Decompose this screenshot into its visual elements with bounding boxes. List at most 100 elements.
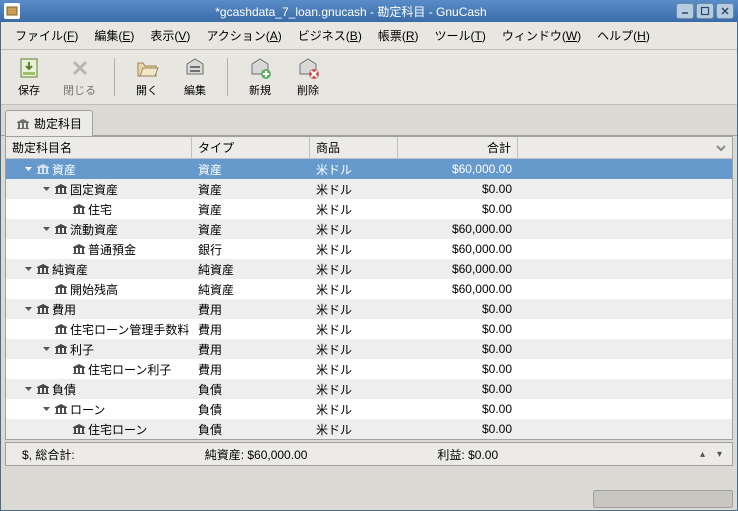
account-row[interactable]: 資産資産米ドル$60,000.00 <box>6 159 732 179</box>
menu-h[interactable]: ヘルプ(H) <box>591 25 656 46</box>
bank-icon <box>54 343 68 355</box>
account-type: 資産 <box>192 221 310 238</box>
account-type: 純資産 <box>192 261 310 278</box>
column-header-name[interactable]: 勘定科目名 <box>6 137 192 158</box>
expander-icon[interactable] <box>22 163 34 175</box>
expander-icon[interactable] <box>22 303 34 315</box>
account-row[interactable]: 固定資産資産米ドル$0.00 <box>6 179 732 199</box>
account-total: $60,000.00 <box>398 162 518 176</box>
bank-icon <box>36 303 50 315</box>
account-commodity: 米ドル <box>310 161 398 178</box>
account-row[interactable]: ローン負債米ドル$0.00 <box>6 399 732 419</box>
app-icon <box>4 3 20 19</box>
account-name: 住宅 <box>88 201 112 218</box>
expander-icon[interactable] <box>40 183 52 195</box>
status-down-button[interactable]: ▾ <box>713 449 726 460</box>
menu-w[interactable]: ウィンドウ(W) <box>496 25 587 46</box>
window-title: *gcashdata_7_loan.gnucash - 勘定科目 - GnuCa… <box>26 3 676 20</box>
account-type: 資産 <box>192 181 310 198</box>
grand-total-label: $, 総合計: <box>12 446 85 463</box>
account-row[interactable]: 費用費用米ドル$0.00 <box>6 299 732 319</box>
save-button[interactable]: 保存 <box>9 54 49 100</box>
menu-t[interactable]: ツール(T) <box>428 25 491 46</box>
column-options-button[interactable] <box>518 137 732 158</box>
account-row[interactable]: 普通預金銀行米ドル$60,000.00 <box>6 239 732 259</box>
column-headers: 勘定科目名 タイプ 商品 合計 <box>6 137 732 159</box>
account-row[interactable]: 開始残高純資産米ドル$60,000.00 <box>6 279 732 299</box>
account-name: 資産 <box>52 161 76 178</box>
open-button[interactable]: 開く <box>127 54 167 100</box>
close-button[interactable] <box>716 3 734 19</box>
close-tab-button: 閉じる <box>57 54 102 100</box>
account-type: 費用 <box>192 321 310 338</box>
account-total: $0.00 <box>398 322 518 336</box>
maximize-button[interactable] <box>696 3 714 19</box>
account-total: $0.00 <box>398 382 518 396</box>
menu-r[interactable]: 帳票(R) <box>372 25 425 46</box>
column-header-total[interactable]: 合計 <box>398 137 518 158</box>
account-type: 純資産 <box>192 281 310 298</box>
account-row[interactable]: 負債負債米ドル$0.00 <box>6 379 732 399</box>
account-name: ローン <box>70 401 105 418</box>
column-header-commodity[interactable]: 商品 <box>310 137 398 158</box>
account-name: 流動資産 <box>70 221 118 238</box>
resize-grip[interactable] <box>593 490 733 508</box>
expander-icon[interactable] <box>22 263 34 275</box>
account-commodity: 米ドル <box>310 421 398 438</box>
account-commodity: 米ドル <box>310 341 398 358</box>
tree-body[interactable]: 資産資産米ドル$60,000.00固定資産資産米ドル$0.00住宅資産米ドル$0… <box>6 159 732 439</box>
account-type: 費用 <box>192 301 310 318</box>
account-commodity: 米ドル <box>310 241 398 258</box>
account-row[interactable]: 流動資産資産米ドル$60,000.00 <box>6 219 732 239</box>
bank-icon <box>72 243 86 255</box>
new-icon <box>248 56 272 80</box>
menu-f[interactable]: ファイル(F) <box>9 25 84 46</box>
account-row[interactable]: 住宅ローン管理手数料費用米ドル$0.00 <box>6 319 732 339</box>
menu-a[interactable]: アクション(A) <box>200 25 287 46</box>
bank-icon <box>36 263 50 275</box>
bank-icon <box>36 383 50 395</box>
account-total: $0.00 <box>398 302 518 316</box>
bank-icon <box>72 363 86 375</box>
bank-icon <box>54 183 68 195</box>
account-row[interactable]: 住宅ローン負債米ドル$0.00 <box>6 419 732 439</box>
account-row[interactable]: 利子費用米ドル$0.00 <box>6 339 732 359</box>
close-icon <box>68 56 92 80</box>
profit-value: 利益: $0.00 <box>427 446 508 463</box>
account-row[interactable]: 住宅資産米ドル$0.00 <box>6 199 732 219</box>
menu-v[interactable]: 表示(V) <box>144 25 196 46</box>
menu-e[interactable]: 編集(E) <box>88 25 140 46</box>
tab-accounts[interactable]: 勘定科目 <box>5 110 93 136</box>
bank-icon <box>72 423 86 435</box>
account-name: 費用 <box>52 301 76 318</box>
account-commodity: 米ドル <box>310 181 398 198</box>
status-up-button[interactable]: ▴ <box>696 449 709 460</box>
bank-icon <box>36 163 50 175</box>
account-total: $0.00 <box>398 342 518 356</box>
account-type: 資産 <box>192 201 310 218</box>
account-total: $60,000.00 <box>398 242 518 256</box>
expander-icon[interactable] <box>40 223 52 235</box>
account-commodity: 米ドル <box>310 221 398 238</box>
menu-b[interactable]: ビジネス(B) <box>292 25 368 46</box>
statusbar: $, 総合計: 純資産: $60,000.00 利益: $0.00 ▴ ▾ <box>5 442 733 466</box>
edit-button[interactable]: 編集 <box>175 54 215 100</box>
account-total: $60,000.00 <box>398 262 518 276</box>
account-name: 利子 <box>70 341 94 358</box>
expander-icon[interactable] <box>40 403 52 415</box>
delete-button[interactable]: 削除 <box>288 54 328 100</box>
column-header-type[interactable]: タイプ <box>192 137 310 158</box>
tabbar: 勘定科目 <box>1 105 737 136</box>
account-row[interactable]: 住宅ローン利子費用米ドル$0.00 <box>6 359 732 379</box>
account-name: 住宅ローン管理手数料 <box>70 321 189 338</box>
expander-icon[interactable] <box>22 383 34 395</box>
minimize-button[interactable] <box>676 3 694 19</box>
account-row[interactable]: 純資産純資産米ドル$60,000.00 <box>6 259 732 279</box>
save-icon <box>17 56 41 80</box>
expander-icon[interactable] <box>40 343 52 355</box>
new-button[interactable]: 新規 <box>240 54 280 100</box>
account-commodity: 米ドル <box>310 321 398 338</box>
account-name: 純資産 <box>52 261 88 278</box>
bank-icon <box>72 203 86 215</box>
account-commodity: 米ドル <box>310 201 398 218</box>
